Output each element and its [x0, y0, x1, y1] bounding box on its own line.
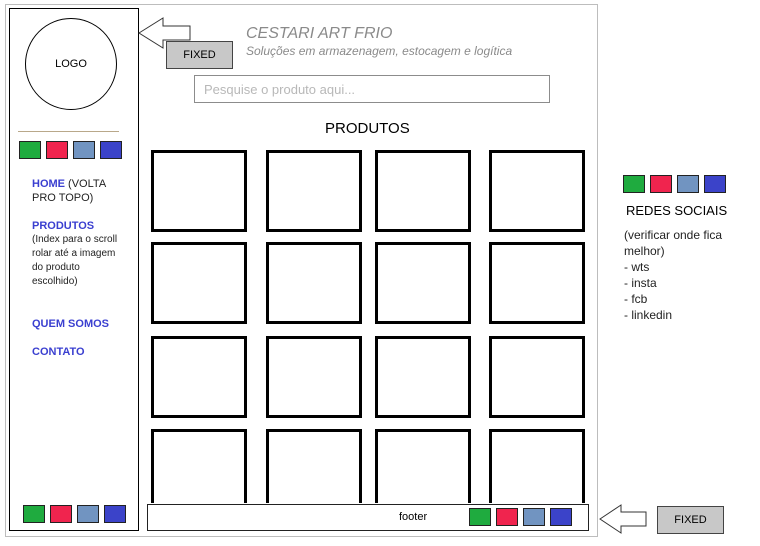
nav-item-quem-somos: QUEM SOMOS: [32, 317, 109, 331]
social-icon-whatsapp[interactable]: [19, 141, 41, 159]
social-icon-facebook[interactable]: [73, 141, 95, 159]
footer-icon-linkedin[interactable]: [550, 508, 572, 526]
site-tagline: Soluções em armazenagem, estocagem e log…: [246, 44, 513, 58]
right-social-icon-instagram[interactable]: [650, 175, 672, 193]
product-card[interactable]: [151, 242, 247, 324]
nav-item-contato: CONTATO: [32, 345, 85, 359]
footer-icon-whatsapp[interactable]: [469, 508, 491, 526]
social-notes: (verificar onde fica melhor) - wts - ins…: [624, 227, 760, 323]
footer-label: footer: [399, 511, 428, 523]
product-card[interactable]: [151, 336, 247, 418]
social-icon-linkedin[interactable]: [100, 141, 122, 159]
social-note: (verificar onde fica melhor): [624, 228, 723, 258]
product-card[interactable]: [266, 242, 362, 324]
product-card[interactable]: [266, 150, 362, 232]
right-social-icon-whatsapp[interactable]: [623, 175, 645, 193]
product-card[interactable]: [375, 429, 471, 503]
arrow-left-icon: [599, 504, 647, 534]
social-item-linkedin: - linkedin: [624, 308, 673, 322]
product-card[interactable]: [151, 429, 247, 503]
footer-icon-facebook[interactable]: [523, 508, 545, 526]
social-icon-instagram[interactable]: [46, 141, 68, 159]
product-card[interactable]: [375, 242, 471, 324]
product-card[interactable]: [151, 150, 247, 232]
nav-link-quem-somos[interactable]: QUEM SOMOS: [32, 318, 109, 330]
social-item-insta: - insta: [624, 276, 657, 290]
logo-text: LOGO: [55, 58, 87, 70]
product-card[interactable]: [489, 429, 585, 503]
site-title: CESTARI ART FRIO: [246, 25, 393, 42]
right-social-icon-facebook[interactable]: [677, 175, 699, 193]
search-input[interactable]: [194, 75, 550, 103]
fixed-label-footer-text: FIXED: [674, 514, 707, 526]
sidebar-bottom-icon-linkedin[interactable]: [104, 505, 126, 523]
product-card[interactable]: [375, 336, 471, 418]
products-title: PRODUTOS: [325, 120, 410, 137]
product-card[interactable]: [489, 242, 585, 324]
nav-link-home[interactable]: HOME: [32, 178, 65, 190]
nav-item-produtos: PRODUTOS (Index para o scroll rolar até …: [32, 219, 120, 289]
product-card[interactable]: [266, 429, 362, 503]
nav-note-produtos: (Index para o scroll rolar até a imagem …: [32, 234, 118, 287]
nav-link-produtos[interactable]: PRODUTOS: [32, 219, 120, 233]
social-item-fcb: - fcb: [624, 292, 648, 306]
product-card[interactable]: [266, 336, 362, 418]
logo[interactable]: LOGO: [25, 18, 117, 110]
social-title: REDES SOCIAIS: [626, 203, 728, 218]
fixed-label-footer: FIXED: [657, 506, 724, 534]
right-social-icon-linkedin[interactable]: [704, 175, 726, 193]
product-card[interactable]: [375, 150, 471, 232]
nav-item-home: HOME (VOLTA PRO TOPO): [32, 177, 120, 205]
sidebar-bottom-icon-instagram[interactable]: [50, 505, 72, 523]
sidebar-bottom-icon-whatsapp[interactable]: [23, 505, 45, 523]
footer-icon-instagram[interactable]: [496, 508, 518, 526]
sidebar-bottom-icon-facebook[interactable]: [77, 505, 99, 523]
sidebar-divider: [18, 131, 119, 132]
product-card[interactable]: [489, 336, 585, 418]
nav-link-contato[interactable]: CONTATO: [32, 346, 85, 358]
fixed-label-header-text: FIXED: [183, 49, 216, 61]
social-item-wts: - wts: [624, 260, 650, 274]
product-card[interactable]: [489, 150, 585, 232]
fixed-label-header: FIXED: [166, 41, 233, 69]
